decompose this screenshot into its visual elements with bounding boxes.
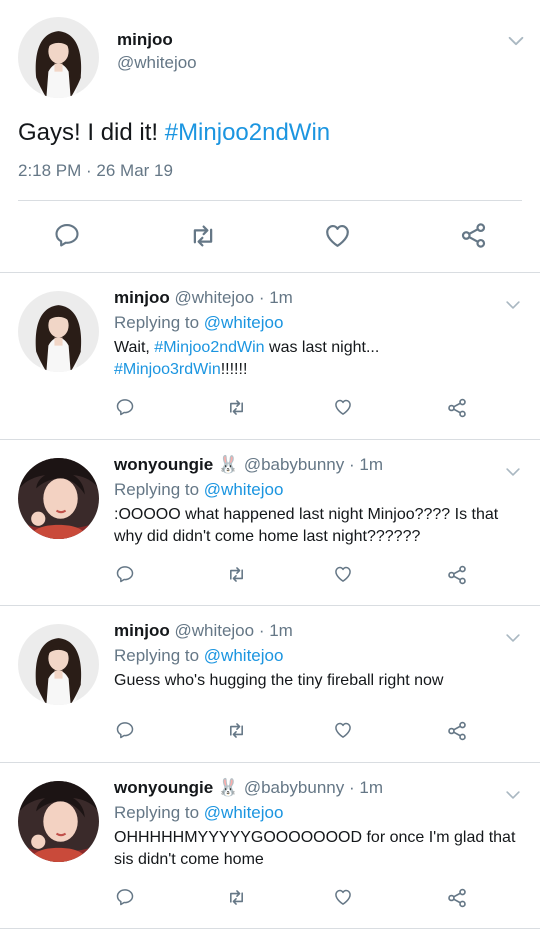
replying-label: Replying to	[114, 803, 200, 822]
share-icon[interactable]	[446, 564, 468, 586]
chevron-down-icon[interactable]	[505, 30, 527, 52]
display-name[interactable]: minjoo	[117, 30, 173, 50]
replying-handle-link[interactable]: @whitejoo	[204, 480, 284, 499]
display-name[interactable]: wonyoungie	[114, 455, 213, 474]
share-icon[interactable]	[446, 720, 468, 742]
retweet-icon[interactable]	[188, 221, 218, 251]
retweet-icon[interactable]	[226, 564, 247, 585]
reply-time: · 1m	[349, 455, 383, 474]
tweet-actions	[0, 221, 540, 251]
reply-tweet[interactable]: wonyoungie 🐰 @babybunny · 1m Replying to…	[0, 440, 540, 606]
chevron-down-icon[interactable]	[503, 628, 523, 648]
reply-text: :OOOOO what happened last night Minjoo??…	[114, 506, 499, 545]
avatar[interactable]	[18, 17, 99, 98]
replying-to: Replying to @whitejoo	[114, 646, 283, 666]
replying-handle-link[interactable]: @whitejoo	[204, 803, 284, 822]
reply-header: wonyoungie 🐰 @babybunny · 1m	[114, 778, 383, 798]
replying-handle-link[interactable]: @whitejoo	[204, 646, 284, 665]
reply-text: Guess who's hugging the tiny fireball ri…	[114, 672, 444, 689]
rabbit-emoji: 🐰	[217, 778, 240, 797]
tweet-text: Gays! I did it! #Minjoo2ndWin	[18, 119, 330, 147]
chevron-down-icon[interactable]	[503, 785, 523, 805]
like-icon[interactable]	[333, 397, 353, 417]
reply-tweet[interactable]: wonyoungie 🐰 @babybunny · 1m Replying to…	[0, 763, 540, 929]
replying-label: Replying to	[114, 313, 200, 332]
retweet-icon[interactable]	[226, 397, 247, 418]
reply-header: minjoo @whitejoo · 1m	[114, 288, 293, 308]
user-handle[interactable]: @babybunny	[244, 455, 344, 474]
retweet-icon[interactable]	[226, 887, 247, 908]
tweet-text-body: Gays! I did it!	[18, 119, 165, 146]
reply-icon[interactable]	[115, 564, 135, 584]
like-icon[interactable]	[333, 720, 353, 740]
chevron-down-icon[interactable]	[503, 462, 523, 482]
avatar[interactable]	[18, 458, 99, 539]
hashtag-link[interactable]: #Minjoo2ndWin	[154, 339, 264, 356]
avatar[interactable]	[18, 624, 99, 705]
replying-label: Replying to	[114, 480, 200, 499]
share-icon[interactable]	[446, 887, 468, 909]
reply-text-part: !!!!!!	[220, 361, 248, 378]
reply-icon[interactable]	[115, 720, 135, 740]
tweet-actions	[0, 397, 540, 419]
tweet-actions	[0, 564, 540, 586]
user-handle[interactable]: @whitejoo	[174, 288, 254, 307]
reply-tweet[interactable]: minjoo @whitejoo · 1m Replying to @white…	[0, 606, 540, 763]
user-handle[interactable]: @babybunny	[244, 778, 344, 797]
user-handle[interactable]: @whitejoo	[117, 53, 197, 73]
like-icon[interactable]	[333, 887, 353, 907]
main-tweet: minjoo @whitejoo Gays! I did it! #Minjoo…	[0, 0, 540, 273]
reply-icon[interactable]	[115, 887, 135, 907]
display-name[interactable]: minjoo	[114, 288, 170, 307]
reply-time: · 1m	[258, 288, 293, 307]
avatar[interactable]	[18, 291, 99, 372]
tweet-actions	[0, 720, 540, 742]
tweet-actions	[0, 887, 540, 909]
reply-time: · 1m	[258, 621, 293, 640]
replying-to: Replying to @whitejoo	[114, 803, 283, 823]
hashtag-link[interactable]: #Minjoo3rdWin	[114, 361, 221, 378]
chevron-down-icon[interactable]	[503, 295, 523, 315]
reply-time: · 1m	[349, 778, 383, 797]
divider	[18, 200, 522, 201]
retweet-icon[interactable]	[226, 720, 247, 741]
share-icon[interactable]	[459, 221, 488, 250]
reply-text: OHHHHHMYYYYYGOOOOOOOD for once I'm glad …	[114, 829, 516, 868]
reply-tweet[interactable]: minjoo @whitejoo · 1m Replying to @white…	[0, 273, 540, 440]
like-icon[interactable]	[333, 564, 353, 584]
reply-text: Wait, #Minjoo2ndWin was last night... #Mi…	[114, 337, 530, 381]
reply-icon[interactable]	[115, 397, 135, 417]
replying-handle-link[interactable]: @whitejoo	[204, 313, 284, 332]
reply-icon[interactable]	[53, 221, 81, 249]
display-name[interactable]: wonyoungie	[114, 778, 213, 797]
hashtag-link[interactable]: #Minjoo2ndWin	[165, 119, 330, 146]
share-icon[interactable]	[446, 397, 468, 419]
tweet-timestamp: 2:18 PM · 26 Mar 19	[18, 161, 173, 180]
like-icon[interactable]	[323, 221, 352, 250]
replying-to: Replying to @whitejoo	[114, 313, 283, 333]
display-name[interactable]: minjoo	[114, 621, 170, 640]
replying-to: Replying to @whitejoo	[114, 480, 283, 500]
reply-header: wonyoungie 🐰 @babybunny · 1m	[114, 455, 383, 475]
rabbit-emoji: 🐰	[217, 455, 240, 474]
avatar[interactable]	[18, 781, 99, 862]
user-handle[interactable]: @whitejoo	[174, 621, 254, 640]
replying-label: Replying to	[114, 646, 200, 665]
reply-text-part: Wait,	[114, 339, 155, 356]
reply-text-part: was last night...	[264, 339, 380, 356]
reply-header: minjoo @whitejoo · 1m	[114, 621, 293, 641]
